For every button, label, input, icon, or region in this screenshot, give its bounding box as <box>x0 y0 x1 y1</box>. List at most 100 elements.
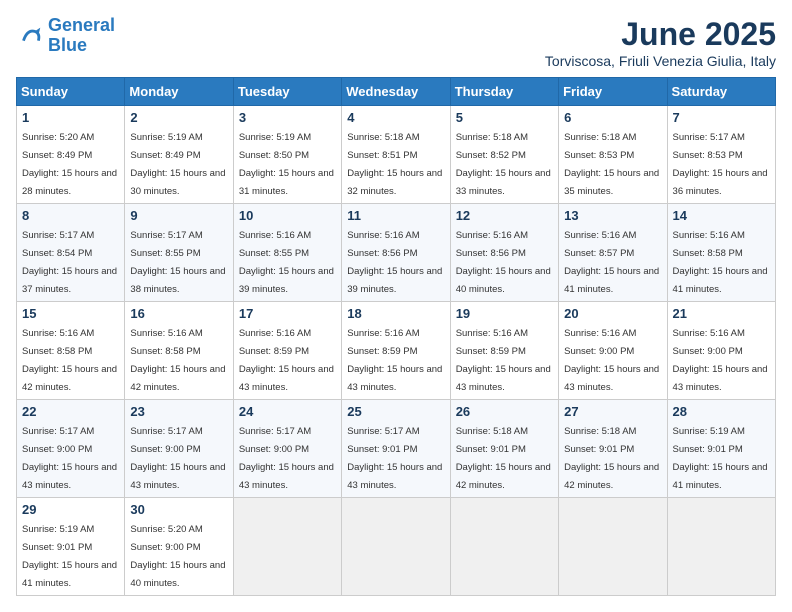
day-number: 29 <box>22 502 119 517</box>
table-row: 12 Sunrise: 5:16 AMSunset: 8:56 PMDaylig… <box>450 204 558 302</box>
col-thursday: Thursday <box>450 78 558 106</box>
table-row: 25 Sunrise: 5:17 AMSunset: 9:01 PMDaylig… <box>342 400 450 498</box>
day-detail: Sunrise: 5:16 AMSunset: 8:58 PMDaylight:… <box>130 328 225 393</box>
empty-cell <box>450 498 558 596</box>
title-area: June 2025 Torviscosa, Friuli Venezia Giu… <box>545 16 776 69</box>
day-detail: Sunrise: 5:17 AMSunset: 9:00 PMDaylight:… <box>130 426 225 491</box>
day-detail: Sunrise: 5:16 AMSunset: 8:58 PMDaylight:… <box>22 328 117 393</box>
table-row: 30 Sunrise: 5:20 AMSunset: 9:00 PMDaylig… <box>125 498 233 596</box>
day-number: 5 <box>456 110 553 125</box>
day-detail: Sunrise: 5:16 AMSunset: 8:57 PMDaylight:… <box>564 230 659 295</box>
day-detail: Sunrise: 5:17 AMSunset: 9:01 PMDaylight:… <box>347 426 442 491</box>
day-number: 4 <box>347 110 444 125</box>
day-detail: Sunrise: 5:16 AMSunset: 8:55 PMDaylight:… <box>239 230 334 295</box>
day-number: 22 <box>22 404 119 419</box>
day-number: 12 <box>456 208 553 223</box>
table-row: 28 Sunrise: 5:19 AMSunset: 9:01 PMDaylig… <box>667 400 775 498</box>
calendar-header-row: Sunday Monday Tuesday Wednesday Thursday… <box>17 78 776 106</box>
day-detail: Sunrise: 5:16 AMSunset: 8:58 PMDaylight:… <box>673 230 768 295</box>
table-row: 3 Sunrise: 5:19 AMSunset: 8:50 PMDayligh… <box>233 106 341 204</box>
day-number: 27 <box>564 404 661 419</box>
day-number: 17 <box>239 306 336 321</box>
day-detail: Sunrise: 5:16 AMSunset: 8:59 PMDaylight:… <box>239 328 334 393</box>
table-row: 11 Sunrise: 5:16 AMSunset: 8:56 PMDaylig… <box>342 204 450 302</box>
day-number: 25 <box>347 404 444 419</box>
day-detail: Sunrise: 5:17 AMSunset: 8:54 PMDaylight:… <box>22 230 117 295</box>
day-number: 3 <box>239 110 336 125</box>
col-monday: Monday <box>125 78 233 106</box>
day-detail: Sunrise: 5:16 AMSunset: 8:56 PMDaylight:… <box>347 230 442 295</box>
table-row: 19 Sunrise: 5:16 AMSunset: 8:59 PMDaylig… <box>450 302 558 400</box>
day-number: 26 <box>456 404 553 419</box>
empty-cell <box>233 498 341 596</box>
day-number: 24 <box>239 404 336 419</box>
table-row: 26 Sunrise: 5:18 AMSunset: 9:01 PMDaylig… <box>450 400 558 498</box>
empty-cell <box>667 498 775 596</box>
table-row: 1 Sunrise: 5:20 AMSunset: 8:49 PMDayligh… <box>17 106 125 204</box>
day-detail: Sunrise: 5:18 AMSunset: 9:01 PMDaylight:… <box>456 426 551 491</box>
day-number: 23 <box>130 404 227 419</box>
day-number: 10 <box>239 208 336 223</box>
table-row: 15 Sunrise: 5:16 AMSunset: 8:58 PMDaylig… <box>17 302 125 400</box>
empty-cell <box>342 498 450 596</box>
page-header: General Blue June 2025 Torviscosa, Friul… <box>16 16 776 69</box>
table-row: 4 Sunrise: 5:18 AMSunset: 8:51 PMDayligh… <box>342 106 450 204</box>
day-detail: Sunrise: 5:16 AMSunset: 8:59 PMDaylight:… <box>347 328 442 393</box>
day-detail: Sunrise: 5:19 AMSunset: 9:01 PMDaylight:… <box>22 524 117 589</box>
day-number: 19 <box>456 306 553 321</box>
table-row: 2 Sunrise: 5:19 AMSunset: 8:49 PMDayligh… <box>125 106 233 204</box>
day-number: 21 <box>673 306 770 321</box>
table-row: 16 Sunrise: 5:16 AMSunset: 8:58 PMDaylig… <box>125 302 233 400</box>
table-row: 29 Sunrise: 5:19 AMSunset: 9:01 PMDaylig… <box>17 498 125 596</box>
calendar-table: Sunday Monday Tuesday Wednesday Thursday… <box>16 77 776 596</box>
location-title: Torviscosa, Friuli Venezia Giulia, Italy <box>545 53 776 69</box>
table-row: 13 Sunrise: 5:16 AMSunset: 8:57 PMDaylig… <box>559 204 667 302</box>
day-detail: Sunrise: 5:17 AMSunset: 8:55 PMDaylight:… <box>130 230 225 295</box>
day-detail: Sunrise: 5:20 AMSunset: 9:00 PMDaylight:… <box>130 524 225 589</box>
day-detail: Sunrise: 5:18 AMSunset: 8:51 PMDaylight:… <box>347 132 442 197</box>
calendar-week-row: 8 Sunrise: 5:17 AMSunset: 8:54 PMDayligh… <box>17 204 776 302</box>
month-title: June 2025 <box>545 16 776 53</box>
logo: General Blue <box>16 16 115 56</box>
table-row: 21 Sunrise: 5:16 AMSunset: 9:00 PMDaylig… <box>667 302 775 400</box>
day-number: 9 <box>130 208 227 223</box>
table-row: 7 Sunrise: 5:17 AMSunset: 8:53 PMDayligh… <box>667 106 775 204</box>
table-row: 27 Sunrise: 5:18 AMSunset: 9:01 PMDaylig… <box>559 400 667 498</box>
day-number: 30 <box>130 502 227 517</box>
calendar-week-row: 1 Sunrise: 5:20 AMSunset: 8:49 PMDayligh… <box>17 106 776 204</box>
col-saturday: Saturday <box>667 78 775 106</box>
day-detail: Sunrise: 5:16 AMSunset: 8:59 PMDaylight:… <box>456 328 551 393</box>
col-sunday: Sunday <box>17 78 125 106</box>
day-number: 1 <box>22 110 119 125</box>
day-detail: Sunrise: 5:18 AMSunset: 9:01 PMDaylight:… <box>564 426 659 491</box>
table-row: 14 Sunrise: 5:16 AMSunset: 8:58 PMDaylig… <box>667 204 775 302</box>
table-row: 5 Sunrise: 5:18 AMSunset: 8:52 PMDayligh… <box>450 106 558 204</box>
day-number: 16 <box>130 306 227 321</box>
day-number: 28 <box>673 404 770 419</box>
table-row: 18 Sunrise: 5:16 AMSunset: 8:59 PMDaylig… <box>342 302 450 400</box>
table-row: 9 Sunrise: 5:17 AMSunset: 8:55 PMDayligh… <box>125 204 233 302</box>
day-number: 7 <box>673 110 770 125</box>
day-detail: Sunrise: 5:16 AMSunset: 8:56 PMDaylight:… <box>456 230 551 295</box>
day-detail: Sunrise: 5:19 AMSunset: 8:49 PMDaylight:… <box>130 132 225 197</box>
table-row: 8 Sunrise: 5:17 AMSunset: 8:54 PMDayligh… <box>17 204 125 302</box>
day-number: 20 <box>564 306 661 321</box>
table-row: 20 Sunrise: 5:16 AMSunset: 9:00 PMDaylig… <box>559 302 667 400</box>
day-number: 8 <box>22 208 119 223</box>
empty-cell <box>559 498 667 596</box>
day-number: 14 <box>673 208 770 223</box>
day-detail: Sunrise: 5:19 AMSunset: 8:50 PMDaylight:… <box>239 132 334 197</box>
day-number: 6 <box>564 110 661 125</box>
day-detail: Sunrise: 5:17 AMSunset: 8:53 PMDaylight:… <box>673 132 768 197</box>
day-number: 18 <box>347 306 444 321</box>
day-number: 13 <box>564 208 661 223</box>
day-detail: Sunrise: 5:20 AMSunset: 8:49 PMDaylight:… <box>22 132 117 197</box>
col-wednesday: Wednesday <box>342 78 450 106</box>
logo-icon <box>16 22 44 50</box>
col-friday: Friday <box>559 78 667 106</box>
day-detail: Sunrise: 5:16 AMSunset: 9:00 PMDaylight:… <box>673 328 768 393</box>
day-number: 15 <box>22 306 119 321</box>
table-row: 17 Sunrise: 5:16 AMSunset: 8:59 PMDaylig… <box>233 302 341 400</box>
day-detail: Sunrise: 5:18 AMSunset: 8:53 PMDaylight:… <box>564 132 659 197</box>
table-row: 10 Sunrise: 5:16 AMSunset: 8:55 PMDaylig… <box>233 204 341 302</box>
